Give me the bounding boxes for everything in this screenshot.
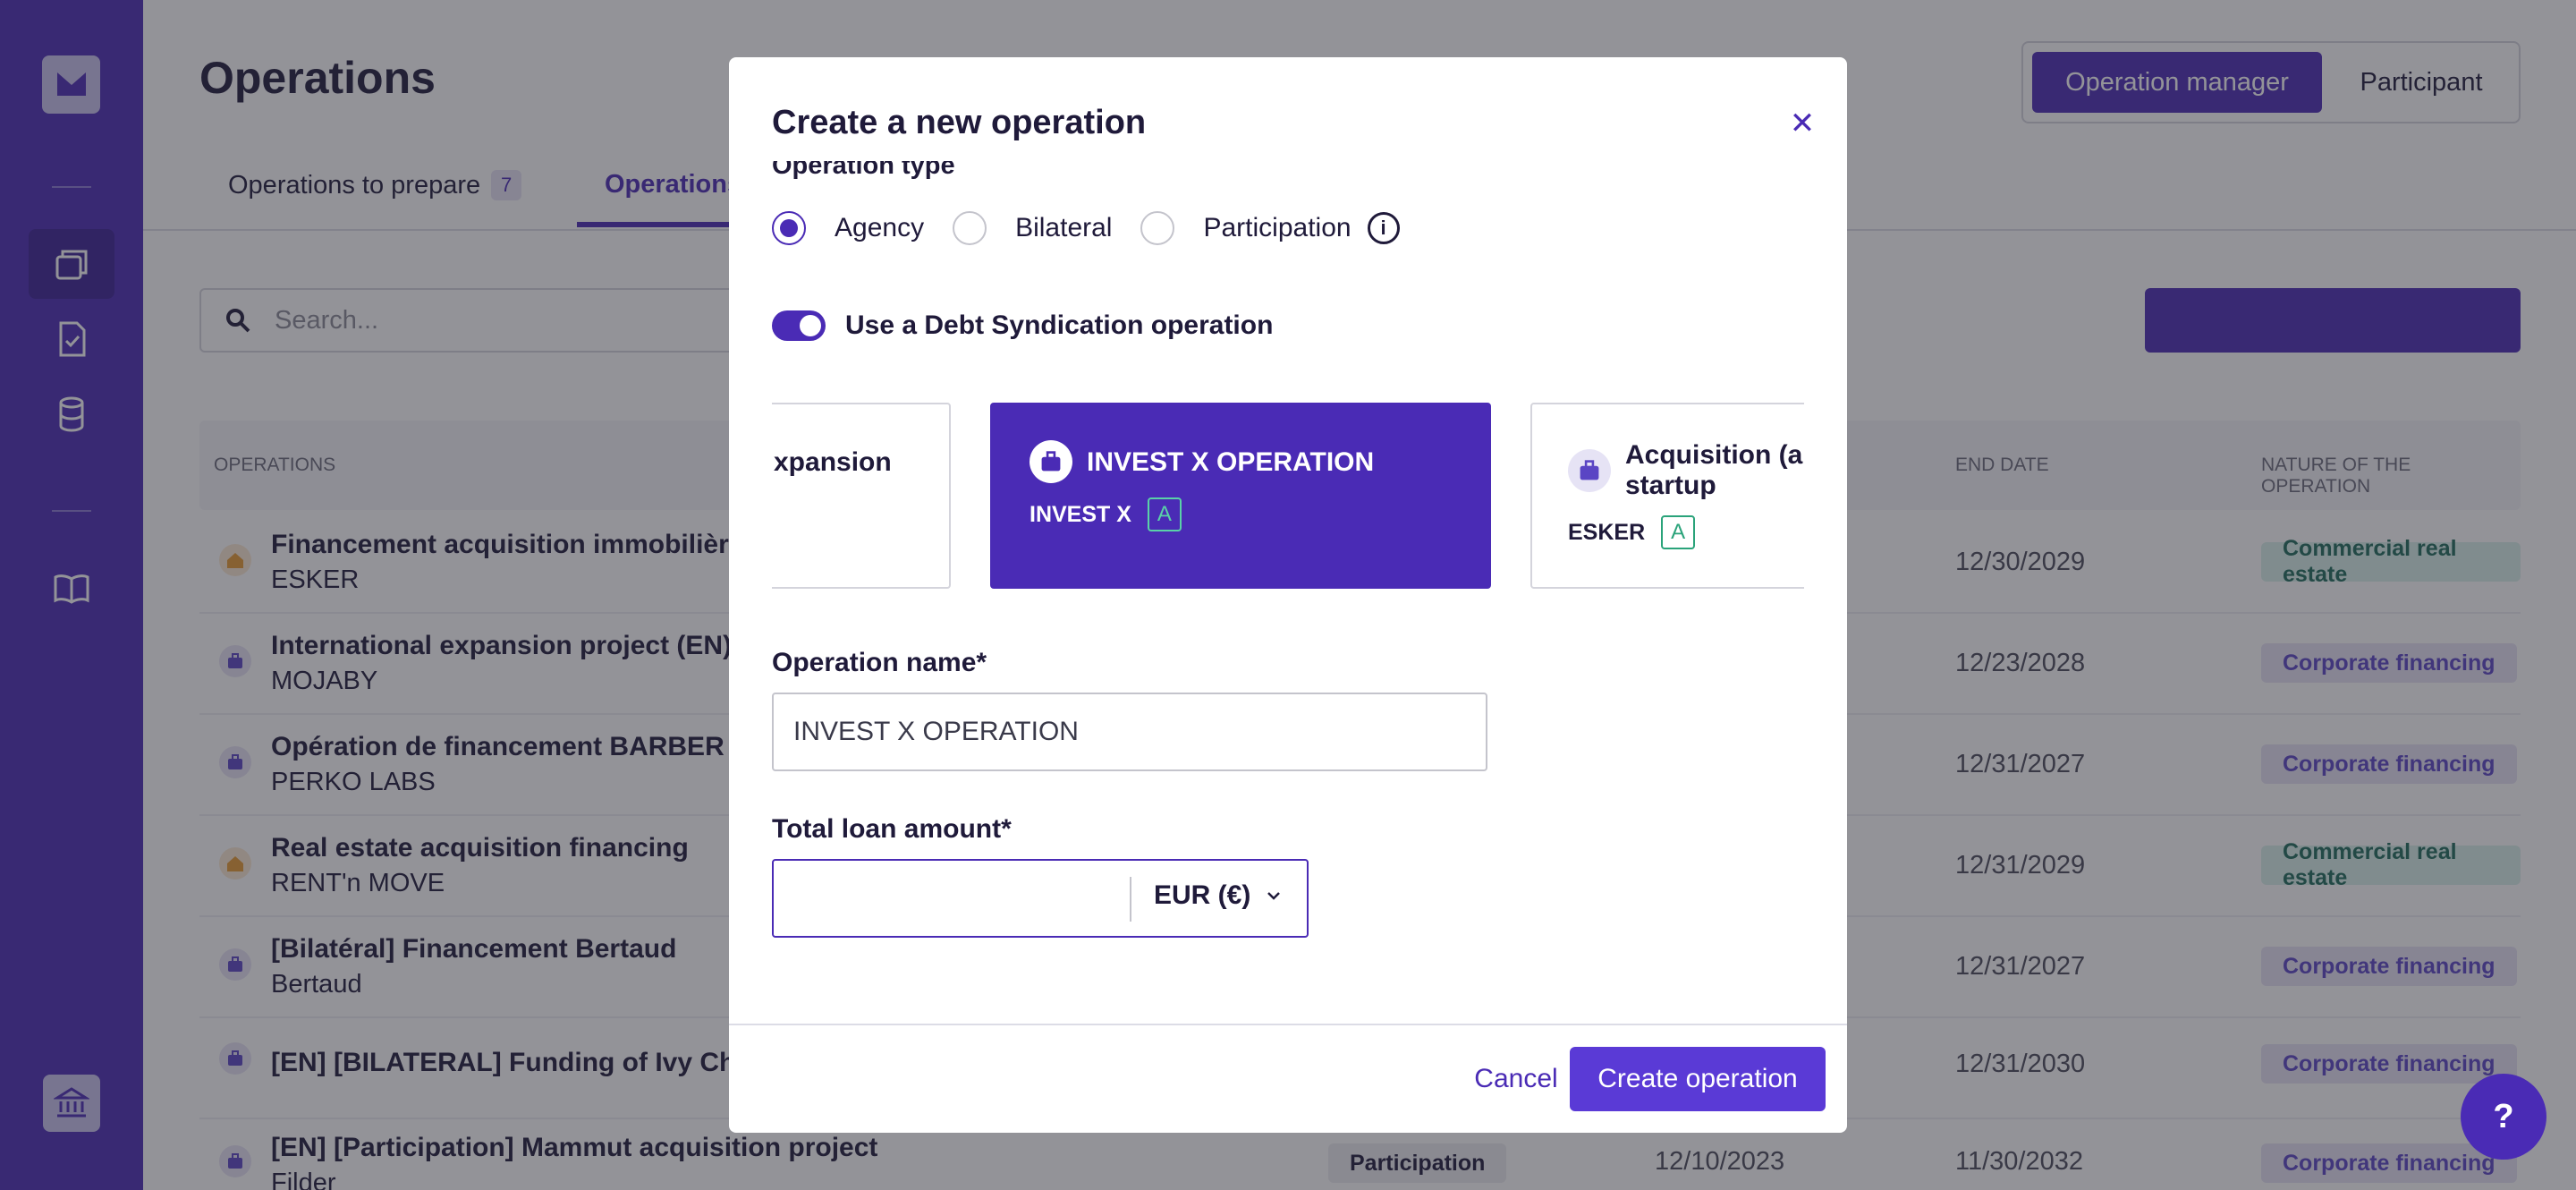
field-divider: [1130, 877, 1131, 922]
currency-value: EUR (€): [1154, 880, 1251, 910]
card-name-line: startup: [1625, 471, 1716, 500]
create-operation-modal: Create a new operation ✕ Operation type …: [729, 57, 1847, 1133]
help-button[interactable]: ?: [2461, 1074, 2546, 1160]
toggle-label: Use a Debt Syndication operation: [845, 310, 1274, 340]
operation-card-selected[interactable]: INVEST X OPERATION INVEST X A: [990, 403, 1491, 589]
required-mark: *: [976, 648, 987, 677]
loan-amount-field: EUR (€): [772, 859, 1309, 938]
loan-amount-label: Total loan amount*: [772, 814, 1012, 845]
card-company: INVEST X A: [1030, 497, 1182, 531]
radio-label-participation: Participation: [1203, 213, 1352, 242]
radio-agency[interactable]: [772, 211, 806, 245]
loan-amount-input[interactable]: [774, 861, 1128, 936]
card-company-name: ESKER: [1568, 519, 1646, 545]
card-company: ESKER A: [1568, 515, 1696, 549]
card-name: INVEST X OPERATION: [1087, 447, 1375, 477]
radio-bilateral[interactable]: [953, 211, 987, 245]
debt-syndication-toggle-row: Use a Debt Syndication operation: [772, 308, 1273, 344]
radio-label-bilateral: Bilateral: [1015, 213, 1113, 242]
operation-card[interactable]: Acquisition (a startup ESKER A: [1530, 403, 1804, 589]
operation-type-label: Operation type: [772, 161, 955, 180]
briefcase-icon: [1568, 449, 1611, 492]
operation-name-label: Operation name*: [772, 648, 987, 678]
label-text: Total loan amount: [772, 814, 1002, 844]
required-mark: *: [1001, 814, 1012, 844]
radio-label-agency: Agency: [835, 213, 925, 242]
card-name-line: Acquisition (a: [1625, 440, 1803, 470]
operation-name-input[interactable]: INVEST X OPERATION: [772, 693, 1487, 771]
label-text: Operation name: [772, 648, 977, 677]
currency-select[interactable]: EUR (€): [1154, 880, 1281, 911]
briefcase-icon: [1030, 440, 1072, 483]
close-icon[interactable]: ✕: [1784, 106, 1820, 141]
grade-badge: A: [1661, 515, 1696, 549]
modal-title: Create a new operation: [772, 104, 1147, 141]
card-name: Acquisition (a startup: [1625, 440, 1802, 501]
chevron-down-icon: [1267, 892, 1281, 900]
operation-type-radio-group: Agency Bilateral Participation i: [772, 209, 1400, 247]
info-icon[interactable]: i: [1367, 212, 1400, 244]
create-operation-button[interactable]: Create operation: [1570, 1047, 1826, 1111]
card-name: xpansion: [774, 447, 892, 477]
operation-carousel: xpansion INVEST X OPERATION INVEST X A A…: [772, 403, 1804, 591]
grade-badge: A: [1147, 497, 1182, 531]
radio-participation[interactable]: [1140, 211, 1175, 245]
footer-divider: [729, 1024, 1847, 1025]
operation-card[interactable]: xpansion: [772, 403, 951, 589]
card-company-name: INVEST X: [1030, 501, 1131, 527]
debt-syndication-toggle[interactable]: [772, 310, 826, 341]
